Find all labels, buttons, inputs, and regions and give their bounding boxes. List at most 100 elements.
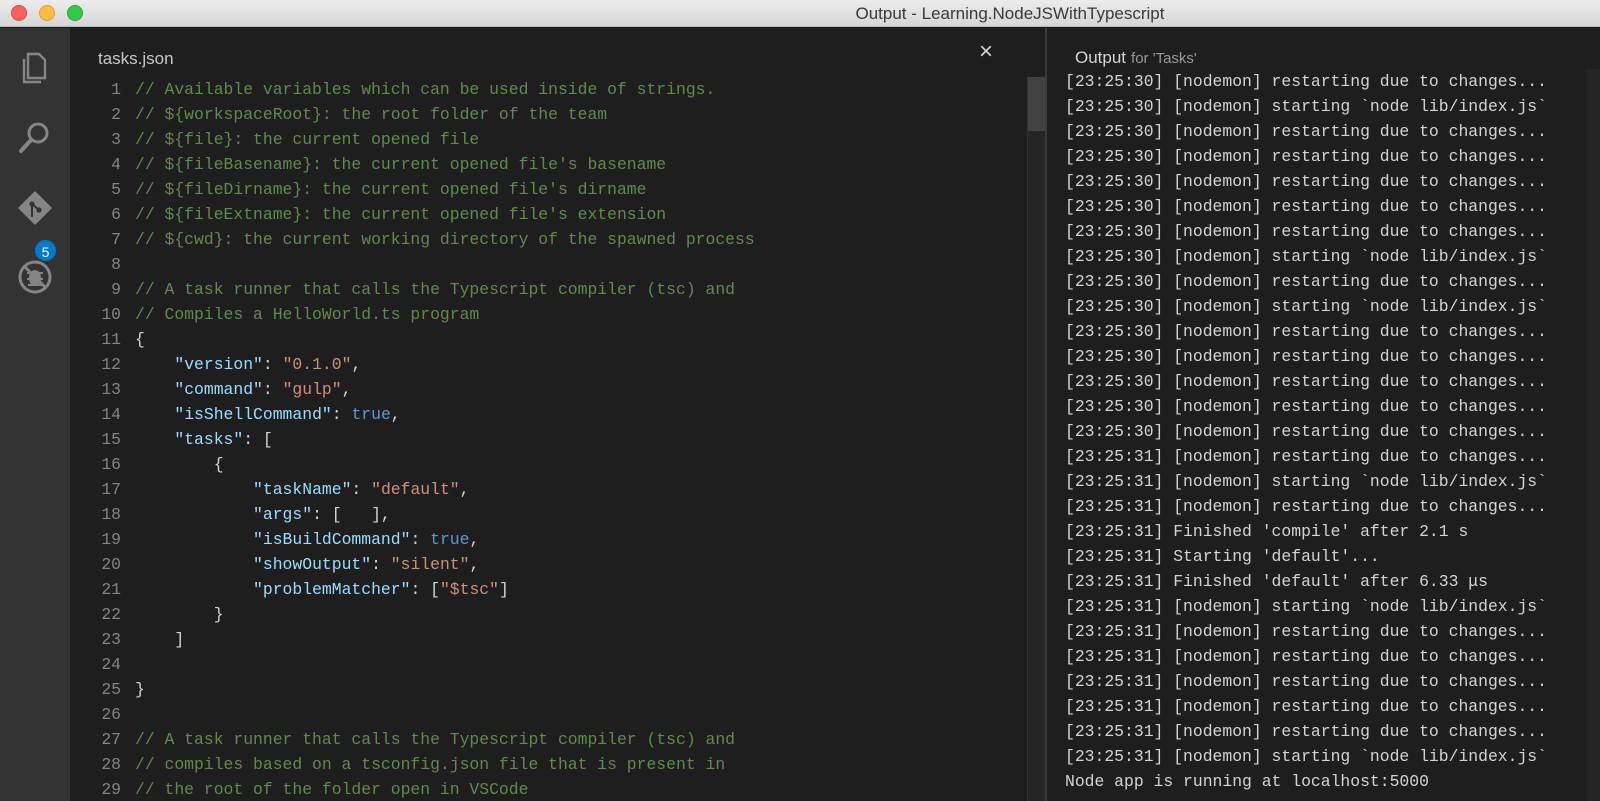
- code-line[interactable]: 15 "tasks": [: [70, 427, 1010, 452]
- code-text: "version": "0.1.0",: [125, 352, 361, 377]
- code-text: "showOutput": "silent",: [125, 552, 479, 577]
- code-line[interactable]: 24: [70, 652, 1010, 677]
- code-line[interactable]: 10 // Compiles a HelloWorld.ts program: [70, 302, 1010, 327]
- code-line[interactable]: 6 // ${fileExtname}: the current opened f…: [70, 202, 1010, 227]
- output-line: [23:25:30] [nodemon] starting `node lib/…: [1065, 97, 1547, 116]
- output-line: Node app is running at localhost:5000: [1065, 772, 1429, 791]
- output-line: [23:25:30] [nodemon] restarting due to c…: [1065, 147, 1547, 166]
- code-line[interactable]: 1 // Available variables which can be use…: [70, 77, 1010, 102]
- code-token: : [: [410, 580, 440, 599]
- output-line: [23:25:31] [nodemon] restarting due to c…: [1065, 497, 1547, 516]
- output-line: [23:25:31] Finished 'compile' after 2.1 …: [1065, 522, 1469, 541]
- code-line[interactable]: 16 {: [70, 452, 1010, 477]
- code-token: ,: [459, 480, 470, 499]
- search-button[interactable]: [15, 118, 55, 158]
- code-text: {: [125, 327, 145, 352]
- debug-button[interactable]: [15, 257, 55, 297]
- code-line[interactable]: 11 {: [70, 327, 1010, 352]
- code-text: // A task runner that calls the Typescri…: [125, 727, 735, 752]
- code-text: "args": [ ],: [125, 502, 391, 527]
- search-icon: [19, 122, 49, 153]
- code-text: // the root of the folder open in VSCode: [125, 777, 528, 801]
- code-text: "command": "gulp",: [125, 377, 351, 402]
- window-title: Output - Learning.NodeJSWithTypescript: [855, 4, 1165, 23]
- code-token: // ${cwd}: the current working directory…: [135, 230, 755, 249]
- code-line[interactable]: 12 "version": "0.1.0",: [70, 352, 1010, 377]
- output-line: [23:25:31] [nodemon] restarting due to c…: [1065, 697, 1547, 716]
- code-token: "isBuildCommand": [253, 530, 411, 549]
- activity-bar: 5: [0, 28, 70, 801]
- git-icon: [18, 191, 52, 225]
- code-line[interactable]: 9 // A task runner that calls the Typescr…: [70, 277, 1010, 302]
- output-line: [23:25:31] [nodemon] starting `node lib/…: [1065, 747, 1547, 766]
- code-token: "default": [371, 480, 460, 499]
- code-line[interactable]: 2 // ${workspaceRoot}: the root folder of…: [70, 102, 1010, 127]
- code-line[interactable]: 21 "problemMatcher": ["$tsc"]: [70, 577, 1010, 602]
- code-token: ]: [498, 580, 509, 599]
- code-line[interactable]: 28 // compiles based on a tsconfig.json f…: [70, 752, 1010, 777]
- line-number: 22: [101, 605, 121, 624]
- code-token: :: [262, 380, 283, 399]
- code-line[interactable]: 26: [70, 702, 1010, 727]
- code-line[interactable]: 22 }: [70, 602, 1010, 627]
- output-line: [23:25:30] [nodemon] restarting due to c…: [1065, 422, 1547, 441]
- editor-scrollbar-thumb[interactable]: [1028, 77, 1046, 131]
- code-line[interactable]: 19 "isBuildCommand": true,: [70, 527, 1010, 552]
- output-subtitle: for 'Tasks': [1131, 50, 1197, 67]
- code-line[interactable]: 18 "args": [ ],: [70, 502, 1010, 527]
- code-text: // ${fileExtname}: the current opened fi…: [125, 202, 666, 227]
- code-token: // ${workspaceRoot}: the root folder of …: [135, 105, 608, 124]
- code-line[interactable]: 29 // the root of the folder open in VSCo…: [70, 777, 1010, 801]
- output-scrollbar[interactable]: [1587, 69, 1600, 801]
- code-token: "$tsc": [439, 580, 499, 599]
- output-line: [23:25:30] [nodemon] restarting due to c…: [1065, 222, 1547, 241]
- code-token: "args": [253, 505, 313, 524]
- code-token: // compiles based on a tsconfig.json fil…: [135, 755, 726, 774]
- close-editor-button[interactable]: ×: [979, 40, 993, 64]
- code-token: // A task runner that calls the Typescri…: [135, 280, 735, 299]
- editor-tab-title[interactable]: tasks.json: [98, 49, 174, 69]
- editor-scrollbar[interactable]: [1027, 77, 1046, 801]
- line-number: 16: [101, 455, 121, 474]
- output-line: [23:25:30] [nodemon] restarting due to c…: [1065, 122, 1547, 141]
- code-token: : [: [243, 430, 273, 449]
- code-line[interactable]: 4 // ${fileBasename}: the current opened …: [70, 152, 1010, 177]
- code-token: // Available variables which can be used…: [135, 80, 716, 99]
- source-control-button[interactable]: [15, 188, 55, 228]
- code-text: // A task runner that calls the Typescri…: [125, 277, 735, 302]
- code-text: }: [125, 602, 224, 627]
- code-line[interactable]: 27 // A task runner that calls the Typesc…: [70, 727, 1010, 752]
- output-line: [23:25:30] [nodemon] restarting due to c…: [1065, 172, 1547, 191]
- code-area[interactable]: 1 // Available variables which can be use…: [70, 77, 1010, 801]
- line-number: 18: [101, 505, 121, 524]
- code-line[interactable]: 23 ]: [70, 627, 1010, 652]
- code-line[interactable]: 3 // ${file}: the current opened file: [70, 127, 1010, 152]
- code-line[interactable]: 7 // ${cwd}: the current working director…: [70, 227, 1010, 252]
- code-token: :: [371, 555, 391, 574]
- code-line[interactable]: 20 "showOutput": "silent",: [70, 552, 1010, 577]
- code-token: }: [135, 680, 145, 699]
- code-line[interactable]: 14 "isShellCommand": true,: [70, 402, 1010, 427]
- code-line[interactable]: 25}: [70, 677, 1010, 702]
- explorer-button[interactable]: [15, 48, 55, 88]
- code-token: {: [135, 455, 224, 474]
- code-line[interactable]: 17 "taskName": "default",: [70, 477, 1010, 502]
- line-number: 26: [101, 705, 121, 724]
- output-line: [23:25:31] [nodemon] starting `node lib/…: [1065, 472, 1547, 491]
- code-text: // ${cwd}: the current working directory…: [125, 227, 755, 252]
- code-token: // Compiles a HelloWorld.ts program: [135, 305, 480, 324]
- line-number: 23: [101, 630, 121, 649]
- code-line[interactable]: 5 // ${fileDirname}: the current opened f…: [70, 177, 1010, 202]
- code-text: // Compiles a HelloWorld.ts program: [125, 302, 479, 327]
- code-token: "command": [174, 380, 263, 399]
- code-line[interactable]: 13 "command": "gulp",: [70, 377, 1010, 402]
- code-line[interactable]: 8: [70, 252, 1010, 277]
- output-line: [23:25:30] [nodemon] restarting due to c…: [1065, 272, 1547, 291]
- line-number: 12: [101, 355, 121, 374]
- line-number: 5: [111, 180, 121, 199]
- output-log[interactable]: [23:25:30] [nodemon] restarting due to c…: [1065, 69, 1600, 801]
